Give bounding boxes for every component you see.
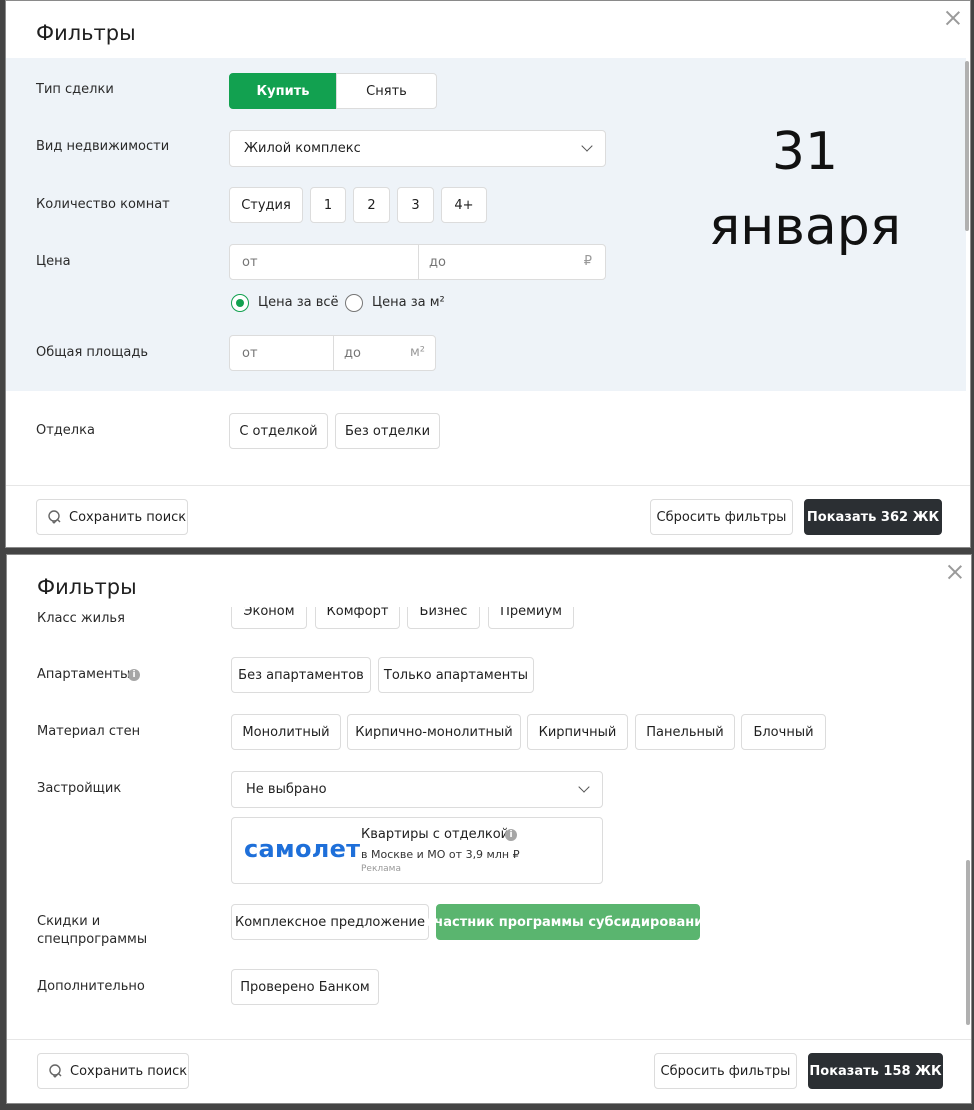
wall-monolith-button[interactable]: Монолитный xyxy=(231,714,341,750)
ad-card[interactable]: самолет Квартиры с отделкой i в Москве и… xyxy=(231,817,603,884)
additional-label: Дополнительно xyxy=(37,979,145,994)
deal-type-label: Тип сделки xyxy=(36,82,114,97)
complex-offer-button[interactable]: Комплексное предложение xyxy=(231,904,429,940)
price-from-input[interactable] xyxy=(230,245,418,279)
modal-title: Фильтры xyxy=(36,21,136,45)
rooms-1-button[interactable]: 1 xyxy=(310,187,346,223)
save-search-button[interactable]: Сохранить поиск xyxy=(37,1053,189,1089)
scrollbar-thumb[interactable] xyxy=(965,61,969,231)
show-results-button[interactable]: Показать 158 ЖК xyxy=(808,1053,943,1089)
price-total-label: Цена за всё xyxy=(258,295,339,310)
ad-note: Реклама xyxy=(361,864,401,874)
class-economy-button[interactable]: Эконом xyxy=(231,607,307,629)
date-day: 31 xyxy=(771,122,839,182)
ad-subtitle: в Москве и МО от 3,9 млн ₽ xyxy=(361,848,520,861)
no-apartments-button[interactable]: Без апартаментов xyxy=(231,657,371,693)
footer-divider xyxy=(7,1039,971,1040)
save-search-button[interactable]: Сохранить поиск xyxy=(36,499,188,535)
finish-with-button[interactable]: С отделкой xyxy=(229,413,328,449)
area-range: м² xyxy=(229,335,436,371)
developer-label: Застройщик xyxy=(37,781,122,796)
wall-block-button[interactable]: Блочный xyxy=(741,714,826,750)
wall-brick-monolith-button[interactable]: Кирпично-монолитный xyxy=(347,714,521,750)
save-search-label: Сохранить поиск xyxy=(70,1063,188,1079)
property-type-select[interactable]: Жилой комплекс xyxy=(229,130,606,167)
save-search-label: Сохранить поиск xyxy=(69,509,187,525)
ad-title: Квартиры с отделкой xyxy=(361,827,510,842)
reset-filters-button[interactable]: Сбросить фильтры xyxy=(654,1053,797,1089)
class-premium-button[interactable]: Премиум xyxy=(488,607,574,629)
discounts-label: Скидки и спецпрограммы xyxy=(37,913,147,949)
finish-without-button[interactable]: Без отделки xyxy=(335,413,440,449)
close-icon[interactable] xyxy=(944,9,962,27)
property-type-value: Жилой комплекс xyxy=(244,141,361,156)
modal-title-bottom: Фильтры xyxy=(37,575,137,599)
area-label: Общая площадь xyxy=(36,345,149,360)
scrollbar-thumb[interactable] xyxy=(966,860,970,1025)
price-to-input[interactable] xyxy=(419,245,569,279)
chevron-down-icon xyxy=(581,140,593,152)
price-sqm-label: Цена за м² xyxy=(372,295,445,310)
rooms-3-button[interactable]: 3 xyxy=(397,187,434,223)
rooms-label: Количество комнат xyxy=(36,197,170,212)
finish-label: Отделка xyxy=(36,423,95,438)
property-type-label: Вид недвижимости xyxy=(36,139,170,154)
class-business-button[interactable]: Бизнес xyxy=(407,607,480,629)
discounts-label-line2: спецпрограммы xyxy=(37,932,148,947)
rent-button[interactable]: Снять xyxy=(336,73,437,109)
housing-class-row-clip: Класс жилья Эконом Комфорт Бизнес Премиу… xyxy=(7,607,957,637)
bank-verified-button[interactable]: Проверено Банком xyxy=(231,969,379,1005)
area-from-input[interactable] xyxy=(230,336,333,370)
reset-filters-button[interactable]: Сбросить фильтры xyxy=(650,499,793,535)
price-sqm-radio[interactable] xyxy=(345,294,363,312)
area-unit: м² xyxy=(409,345,425,360)
save-search-icon xyxy=(48,510,61,524)
footer-divider xyxy=(6,485,970,486)
developer-select[interactable]: Не выбрано xyxy=(231,771,603,808)
class-comfort-button[interactable]: Комфорт xyxy=(315,607,400,629)
ad-info-icon[interactable]: i xyxy=(505,829,517,841)
developer-value: Не выбрано xyxy=(246,782,327,797)
close-icon[interactable] xyxy=(946,563,964,581)
price-total-radio[interactable] xyxy=(231,294,249,312)
show-results-button[interactable]: Показать 362 ЖК xyxy=(804,499,942,535)
wall-panel-button[interactable]: Панельный xyxy=(635,714,735,750)
currency-unit: ₽ xyxy=(583,254,592,269)
apartments-label: Апартаменты xyxy=(37,667,131,682)
buy-button[interactable]: Купить xyxy=(229,73,337,109)
only-apartments-button[interactable]: Только апартаменты xyxy=(378,657,534,693)
date-overlay: 31 января xyxy=(680,115,930,266)
filters-modal-bottom: Фильтры Класс жилья Эконом Комфорт Бизне… xyxy=(6,554,972,1104)
wall-material-label: Материал стен xyxy=(37,724,141,739)
price-label: Цена xyxy=(36,254,71,269)
chevron-down-icon xyxy=(578,781,590,793)
date-month: января xyxy=(708,197,902,258)
rooms-studio-button[interactable]: Студия xyxy=(229,187,303,223)
wall-brick-button[interactable]: Кирпичный xyxy=(527,714,628,750)
save-search-icon xyxy=(49,1064,62,1078)
subsidy-program-button[interactable]: Участник программы субсидирования xyxy=(424,904,712,940)
filters-modal-top: Фильтры Тип сделки Купить Снять Вид недв… xyxy=(5,0,971,548)
info-icon[interactable]: i xyxy=(128,669,140,681)
discounts-label-line1: Скидки и xyxy=(37,914,101,929)
rooms-2-button[interactable]: 2 xyxy=(353,187,390,223)
area-to-input[interactable] xyxy=(334,336,400,370)
ad-brand-logo: самолет xyxy=(244,835,361,863)
price-range: ₽ xyxy=(229,244,606,280)
housing-class-label: Класс жилья xyxy=(37,611,125,626)
rooms-4plus-button[interactable]: 4+ xyxy=(441,187,487,223)
